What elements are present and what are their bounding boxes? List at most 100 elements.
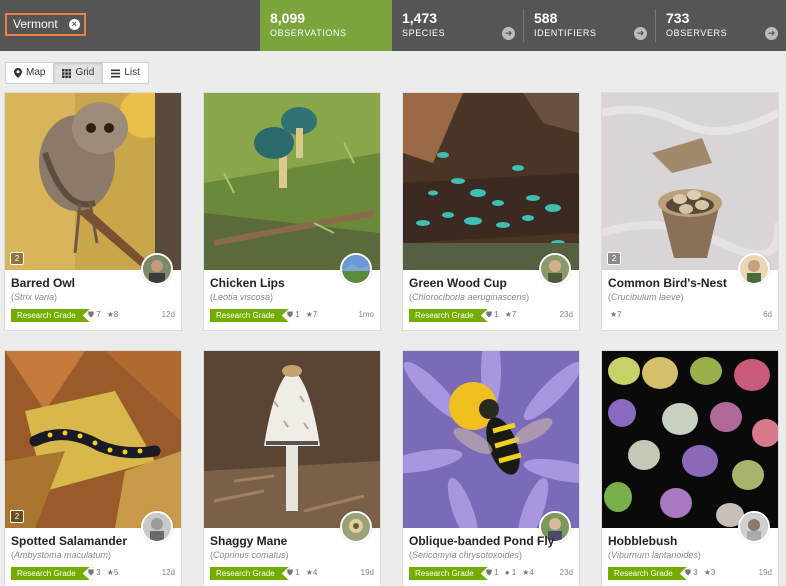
- identifications-value: 1: [295, 568, 300, 577]
- common-name[interactable]: Green Wood Cup: [409, 276, 507, 290]
- avatar[interactable]: [738, 511, 770, 543]
- observation-age: 12d: [161, 568, 175, 577]
- chicken-lips-photo: [204, 93, 380, 270]
- scientific-name-text: Crucibulum laeve: [611, 292, 681, 302]
- metrics: ★7: [610, 310, 622, 319]
- species-arrow-icon[interactable]: ➜: [502, 27, 515, 40]
- place-filter-chip[interactable]: Vermont ×: [5, 13, 86, 36]
- star-icon: ★: [305, 310, 313, 319]
- observation-card[interactable]: Oblique-banded Pond Fly (Sericomyia chry…: [402, 350, 580, 586]
- faves-value: 7: [511, 310, 517, 319]
- list-view-button[interactable]: List: [103, 63, 148, 83]
- identifiers-stat[interactable]: 588 IDENTIFIERS ➜: [524, 0, 655, 51]
- scientific-name-text: Ambystoma maculatum: [14, 550, 109, 560]
- observation-card[interactable]: 2 Common Bird's-Nest (Crucibulum laeve) …: [601, 92, 779, 331]
- common-name[interactable]: Chicken Lips: [210, 276, 285, 290]
- avatar[interactable]: [141, 253, 173, 285]
- list-view-label: List: [124, 67, 140, 78]
- identifications-count: ⛊ 7: [88, 310, 101, 320]
- common-name[interactable]: Oblique-banded Pond Fly: [409, 534, 554, 548]
- metrics: ⛊ 1 ★7: [287, 310, 317, 320]
- identifications-value: 3: [693, 568, 698, 577]
- common-name[interactable]: Spotted Salamander: [11, 534, 127, 548]
- observation-photo[interactable]: [403, 93, 579, 270]
- identifications-count: ⛊ 1: [486, 568, 499, 578]
- observation-age: 19d: [360, 568, 374, 577]
- common-name[interactable]: Hobblebush: [608, 534, 677, 548]
- scientific-name: (Leotia viscosa): [210, 292, 274, 302]
- map-view-button[interactable]: Map: [6, 63, 55, 83]
- star-icon: ★: [305, 568, 313, 577]
- observation-age: 1mo: [358, 310, 374, 319]
- identifications-count: ⛊ 3: [685, 568, 698, 578]
- scientific-name-text: Sericomyia chrysotoxoides: [412, 550, 520, 560]
- identifications-count: ⛊ 1: [287, 568, 300, 578]
- observation-photo[interactable]: [602, 351, 778, 528]
- observation-photo[interactable]: [204, 93, 380, 270]
- observation-age: 19d: [758, 568, 772, 577]
- metrics: ⛊ 1 ★7: [486, 310, 516, 320]
- observation-age: 6d: [763, 310, 772, 319]
- avatar[interactable]: [539, 253, 571, 285]
- star-icon: ★: [504, 310, 512, 319]
- observation-card[interactable]: Green Wood Cup (Chlorociboria aeruginasc…: [402, 92, 580, 331]
- shield-icon: ⛊: [88, 310, 94, 319]
- avatar[interactable]: [738, 253, 770, 285]
- species-label: SPECIES: [402, 28, 446, 38]
- identifications-count: ⛊ 3: [88, 568, 101, 578]
- comment-icon: ●: [504, 568, 510, 577]
- star-icon: ★: [106, 568, 114, 577]
- species-stat[interactable]: 1,473 SPECIES ➜: [392, 0, 523, 51]
- avatar[interactable]: [340, 511, 372, 543]
- scientific-name: (Strix varia): [11, 292, 58, 302]
- observation-photo[interactable]: [403, 351, 579, 528]
- observers-stat[interactable]: 733 OBSERVERS ➜: [656, 0, 786, 51]
- pond-fly-photo: [403, 351, 579, 528]
- avatar[interactable]: [340, 253, 372, 285]
- observation-card[interactable]: 2 Barred Owl (Strix varia) Research Grad…: [4, 92, 182, 331]
- identifications-count: ⛊ 1: [287, 310, 300, 320]
- observations-stat[interactable]: 8,099 OBSERVATIONS: [260, 0, 392, 51]
- map-pin-icon: [14, 68, 22, 78]
- grid-view-button[interactable]: Grid: [54, 63, 104, 83]
- observation-card[interactable]: Chicken Lips (Leotia viscosa) Research G…: [203, 92, 381, 331]
- scientific-name: (Viburnum lantanoides): [608, 550, 701, 560]
- metrics: ⛊ 3 ★5: [88, 568, 118, 578]
- avatar[interactable]: [141, 511, 173, 543]
- observation-card[interactable]: Shaggy Mane (Coprinus comatus) Research …: [203, 350, 381, 586]
- shaggy-mane-photo: [204, 351, 380, 528]
- comments-value: 1: [511, 568, 517, 577]
- photo-count-badge: 2: [10, 252, 24, 265]
- observation-age: 12d: [161, 310, 175, 319]
- faves-value: 4: [529, 568, 534, 577]
- observation-card[interactable]: 2 Spotted Salamander (Ambystoma maculatu…: [4, 350, 182, 586]
- scientific-name: (Crucibulum laeve): [608, 292, 684, 302]
- grid-icon: [62, 68, 72, 78]
- shield-icon: ⛊: [486, 568, 492, 577]
- photo-count-badge: 2: [607, 252, 621, 265]
- grid-view-label: Grid: [75, 67, 95, 78]
- common-name[interactable]: Shaggy Mane: [210, 534, 287, 548]
- observation-photo[interactable]: 2: [5, 351, 181, 528]
- common-name[interactable]: Barred Owl: [11, 276, 75, 290]
- observation-card[interactable]: Hobblebush (Viburnum lantanoides) Resear…: [601, 350, 779, 586]
- scientific-name-text: Coprinus comatus: [213, 550, 286, 560]
- common-name[interactable]: Common Bird's-Nest: [608, 276, 727, 290]
- scientific-name-text: Chlorociboria aeruginascens: [412, 292, 527, 302]
- comments-count: ● 1: [505, 568, 517, 578]
- identifications-value: 7: [96, 310, 101, 319]
- observation-photo[interactable]: [204, 351, 380, 528]
- identifiers-arrow-icon[interactable]: ➜: [634, 27, 647, 40]
- shield-icon: ⛊: [287, 310, 293, 319]
- observation-photo[interactable]: 2: [602, 93, 778, 270]
- shield-icon: ⛊: [486, 310, 492, 319]
- observations-count: 8,099: [270, 10, 306, 26]
- map-view-label: Map: [26, 67, 46, 78]
- observation-photo[interactable]: 2: [5, 93, 181, 270]
- quality-grade-badge: Research Grade: [608, 567, 687, 580]
- metrics: ⛊ 7 ★8: [88, 310, 118, 320]
- faves-count: ★5: [107, 568, 119, 578]
- identifications-value: 3: [96, 568, 101, 577]
- remove-place-icon[interactable]: ×: [68, 19, 80, 30]
- observers-arrow-icon[interactable]: ➜: [765, 27, 778, 40]
